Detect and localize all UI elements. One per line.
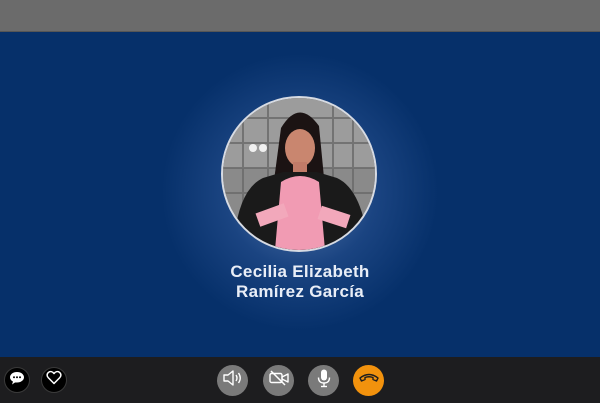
video-off-icon (268, 369, 290, 392)
chat-bubble-icon (9, 371, 25, 390)
microphone-icon (315, 368, 333, 393)
end-call-button[interactable] (353, 365, 384, 396)
speaker-button[interactable] (217, 365, 248, 396)
hang-up-icon (358, 371, 380, 390)
chat-button[interactable] (4, 367, 30, 393)
video-toggle-button[interactable] (263, 365, 294, 396)
caller-name-line-2: Ramírez García (236, 282, 364, 301)
caller-name-line-1: Cecilia Elizabeth (230, 262, 370, 281)
top-bar (0, 0, 600, 32)
heart-icon (46, 370, 62, 390)
speaker-icon (222, 369, 244, 392)
call-controls-bar (0, 357, 600, 403)
favorite-button[interactable] (41, 367, 67, 393)
caller-avatar (221, 96, 377, 252)
mute-button[interactable] (308, 365, 339, 396)
